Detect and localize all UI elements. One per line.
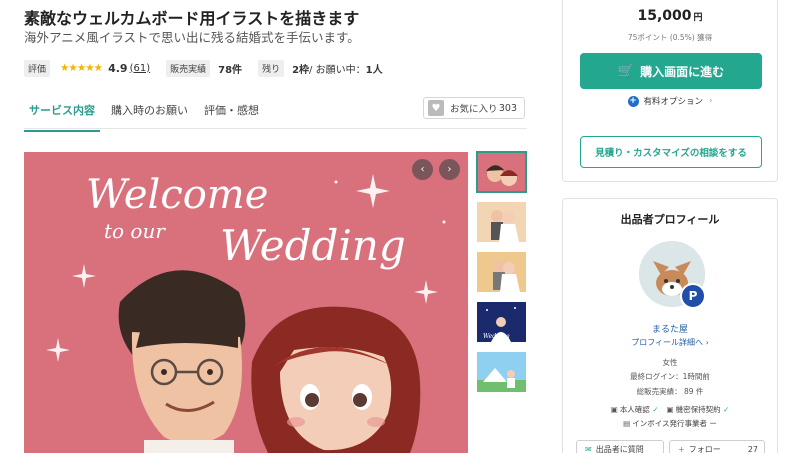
tab-reviews[interactable]: 評価・感想 (199, 96, 264, 132)
board-text-wedding: Wedding (220, 221, 406, 270)
board-text-welcome: Welcome (86, 172, 268, 218)
buy-button[interactable]: 🛒 購入画面に進む (580, 53, 762, 89)
heart-icon: ♥ (428, 100, 444, 116)
tab-purchase-requests[interactable]: 購入時のお願い (106, 96, 193, 132)
pro-badge-icon: P (680, 283, 706, 309)
gallery-prev-button[interactable]: ‹ (412, 159, 433, 180)
seller-gender: 女性 (662, 358, 678, 367)
gallery-thumbnail[interactable] (477, 202, 526, 242)
paid-options-toggle[interactable]: + 有料オプション › (563, 95, 777, 107)
tabs-divider (24, 128, 527, 129)
favorite-button[interactable]: ♥ お気に入り 303 (423, 97, 525, 119)
seller-name-link[interactable]: まるた屋 (563, 322, 777, 335)
remaining-value: 2枠 (292, 64, 310, 76)
contact-seller-label: 出品者に質問 (595, 444, 644, 453)
purchase-panel: 15,000 円 75ポイント (0.5%) 獲得 🛒 購入画面に進む + 有料オ… (562, 0, 778, 182)
price-currency: 円 (693, 13, 703, 23)
remaining-tag: 残り (258, 59, 285, 77)
page-subtitle: 海外アニメ風イラストで思い出に残る結婚式を手伝います。 (24, 30, 360, 45)
gallery-thumbnail[interactable] (477, 252, 526, 292)
service-tabs: サービス内容 購入時のお願い 評価・感想 (24, 96, 270, 132)
contact-seller-button[interactable]: ✉ 出品者に質問 (576, 440, 664, 453)
thumbnail-text: Wedding (483, 333, 510, 340)
rating-stars: ★★★★★ (60, 62, 103, 74)
favorite-label: お気に入り (450, 104, 498, 115)
rating-value: 4.9 (108, 61, 128, 75)
profile-detail-label: プロフィール詳細へ (631, 338, 704, 347)
gallery-thumbnail[interactable]: Wedding (477, 302, 526, 342)
board-text-to-our: to our (104, 219, 166, 243)
chevron-right-icon: › (709, 96, 713, 106)
rating-count-link[interactable]: (61) (130, 63, 151, 74)
follow-count: 27 (747, 444, 758, 453)
welcome-board-illustration: Welcome to our Wedding (24, 152, 468, 453)
document-icon: ▤ (623, 419, 631, 428)
gallery-thumbnail[interactable] (477, 352, 526, 392)
seller-verifications: ▣ 本人確認 ✓ ▣ 機密保持契約 ✓ (563, 404, 777, 415)
page-title: 素敵なウェルカムボード用イラストを描きます (24, 9, 360, 28)
lock-icon: ▣ (666, 405, 674, 414)
plus-icon: + (627, 95, 639, 107)
cart-icon: 🛒 (617, 63, 635, 79)
follow-label: フォロー (688, 444, 721, 453)
invoice-value: ー (709, 419, 717, 428)
buy-button-label: 購入画面に進む (640, 64, 725, 79)
sales-tag: 販売実績 (166, 59, 211, 77)
price-value: 15,000 (637, 8, 692, 24)
mail-icon: ✉ (585, 444, 592, 453)
tab-service-details[interactable]: サービス内容 (24, 96, 100, 132)
consult-button[interactable]: 見積り・カスタマイズの相談をする (580, 136, 762, 168)
seller-total-sales: 総販売実績： 89 件 (636, 387, 704, 396)
check-icon: ✓ (652, 405, 659, 414)
in-progress-value: 1人 (365, 64, 383, 76)
points-earned: 75ポイント (0.5%) 獲得 (627, 33, 713, 42)
follow-button[interactable]: + フォロー 27 (669, 440, 765, 453)
rating-tag: 評価 (24, 59, 51, 77)
favorite-count: 303 (498, 102, 517, 114)
gallery-thumbnail[interactable] (476, 151, 527, 193)
in-progress-label: / お願い中： (309, 64, 366, 76)
seller-profile-card: 出品者プロフィール P まるた屋 プロフィール詳細へ › 女性 最終ログイン：1… (562, 198, 778, 453)
price: 15,000 円 (563, 8, 777, 24)
main-gallery-image[interactable]: Welcome to our Wedding (24, 152, 468, 453)
seller-last-login: 最終ログイン：1時間前 (630, 372, 710, 381)
sales-value: 78件 (218, 64, 243, 76)
identity-verified: ▣ 本人確認 ✓ (611, 404, 659, 415)
identity-label: 本人確認 (619, 405, 650, 414)
nda-label: 機密保持契約 (675, 405, 721, 414)
service-meta: 評価 ★★★★★ 4.9 (61) 販売実績 78件 残り 2枠 / お願い中：… (24, 59, 383, 77)
profile-detail-link[interactable]: プロフィール詳細へ › (563, 337, 777, 348)
person-icon: ▣ (610, 405, 618, 414)
invoice-status: ▤ インボイス発行事業者 ー (563, 418, 777, 429)
nda-available: ▣ 機密保持契約 ✓ (667, 404, 730, 415)
person-add-icon: + (678, 444, 685, 453)
invoice-label: インボイス発行事業者 (632, 419, 707, 428)
chevron-right-icon: › (705, 338, 709, 347)
paid-options-label: 有料オプション (643, 97, 704, 107)
profile-title: 出品者プロフィール (620, 213, 720, 226)
gallery-next-button[interactable]: › (439, 159, 460, 180)
check-icon: ✓ (722, 405, 730, 414)
